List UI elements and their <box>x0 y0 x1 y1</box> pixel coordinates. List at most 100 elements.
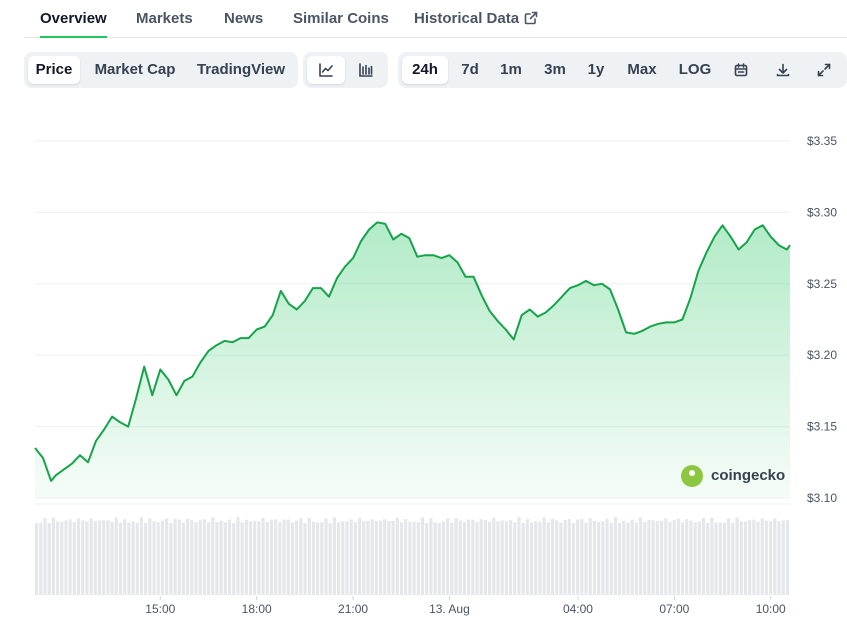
volume-bar <box>752 519 756 595</box>
y-tick-label: $3.30 <box>807 205 837 219</box>
volume-bar <box>504 521 508 595</box>
y-tick-label: $3.10 <box>807 491 837 505</box>
volume-bar <box>651 520 655 595</box>
volume-bar <box>173 518 177 595</box>
volume-bar <box>739 521 743 595</box>
volume-bar <box>144 522 148 595</box>
y-tick-label: $3.35 <box>807 134 837 148</box>
volume-bar <box>580 519 584 595</box>
volume-bar <box>248 521 253 595</box>
volume-bar <box>735 517 739 595</box>
volume-bar <box>756 521 760 595</box>
volume-bar <box>190 520 194 595</box>
volume-bar <box>282 519 286 595</box>
volume-bar <box>131 521 135 595</box>
volume-bar <box>72 522 76 595</box>
volume-bar <box>274 519 278 595</box>
x-tick-label: 04:00 <box>563 602 593 616</box>
volume-bar <box>127 522 131 595</box>
volume-bar <box>685 519 689 595</box>
volume-bar <box>626 522 630 595</box>
volume-bar <box>450 522 454 595</box>
volume-bar <box>613 517 618 595</box>
volume-bar <box>60 521 64 595</box>
volume-bar <box>689 520 693 595</box>
volume-bar <box>106 520 110 595</box>
volume-bar <box>219 520 223 595</box>
volume-bar <box>198 520 202 595</box>
volume-bar <box>622 520 626 595</box>
volume-bar <box>64 520 68 595</box>
volume-bar <box>597 521 601 595</box>
x-axis: 15:00 18:00 21:00 13. Aug 04:00 07:00 10:00 <box>145 596 786 616</box>
volume-bar <box>639 517 643 595</box>
volume-bar <box>672 520 676 595</box>
volume-bar <box>286 519 290 595</box>
volume-bar <box>303 522 307 595</box>
volume-bar <box>441 521 446 595</box>
volume-bar <box>458 520 462 595</box>
volume-bar <box>425 522 429 595</box>
volume-bar <box>97 520 102 595</box>
volume-bar <box>81 520 85 595</box>
y-tick-label: $3.25 <box>807 277 837 291</box>
volume-bar <box>710 517 714 595</box>
x-tick-label: 07:00 <box>659 602 689 616</box>
volume-bar <box>328 522 332 595</box>
volume-bar <box>643 521 647 595</box>
volume-bar <box>727 518 731 595</box>
volume-bar <box>345 521 349 595</box>
volume-bar <box>462 522 467 595</box>
volume-bar <box>206 522 211 595</box>
volume-bar <box>110 521 114 595</box>
volume-bar <box>269 519 274 595</box>
volume-bar <box>332 517 336 595</box>
volume-bar <box>240 522 244 595</box>
x-tick-label: 18:00 <box>242 602 272 616</box>
brand-text: coingecko <box>711 467 786 484</box>
volume-bar <box>546 522 550 595</box>
volume-bar <box>576 519 580 595</box>
volume-bar <box>278 522 282 595</box>
volume-bar <box>676 518 680 595</box>
volume-bar <box>257 521 261 595</box>
volume-bar <box>244 519 248 595</box>
volume-bar <box>387 521 391 595</box>
volume-bar <box>211 517 215 595</box>
volume-bar <box>555 520 559 595</box>
volume-bar <box>609 522 613 595</box>
price-chart[interactable]: $3.35 $3.30 $3.25 $3.20 $3.15 $3.10 15:00 18:0… <box>0 0 847 629</box>
volume-bar <box>299 518 303 595</box>
volume-bar <box>634 522 638 595</box>
x-tick-label: 15:00 <box>145 602 175 616</box>
volume-bar <box>47 522 51 595</box>
volume-bar <box>488 521 492 595</box>
volume-bar <box>353 522 357 595</box>
volume-bar <box>605 518 609 595</box>
volume-bar <box>571 522 576 595</box>
volume-bar <box>370 519 374 595</box>
volume-bar <box>500 520 504 595</box>
volume-bar <box>311 521 316 595</box>
volume-bar <box>43 518 47 595</box>
volume-bar <box>521 522 525 595</box>
volume-bar <box>517 517 521 595</box>
volume-bars <box>35 517 789 595</box>
volume-bar <box>584 522 588 595</box>
x-tick-label: 13. Aug <box>429 602 470 616</box>
volume-bar <box>76 518 81 595</box>
volume-bar <box>588 518 592 595</box>
volume-bar <box>307 517 311 595</box>
volume-bar <box>223 522 227 595</box>
volume-bar <box>295 520 299 595</box>
volume-bar <box>706 522 710 595</box>
volume-bar <box>89 518 93 595</box>
volume-bar <box>785 520 789 595</box>
volume-bar <box>320 522 324 595</box>
volume-bar <box>349 519 353 595</box>
volume-bar <box>408 521 412 595</box>
volume-bar <box>668 521 672 595</box>
volume-bar <box>764 520 769 595</box>
coingecko-logo-icon <box>681 465 703 487</box>
volume-bar <box>722 522 727 595</box>
